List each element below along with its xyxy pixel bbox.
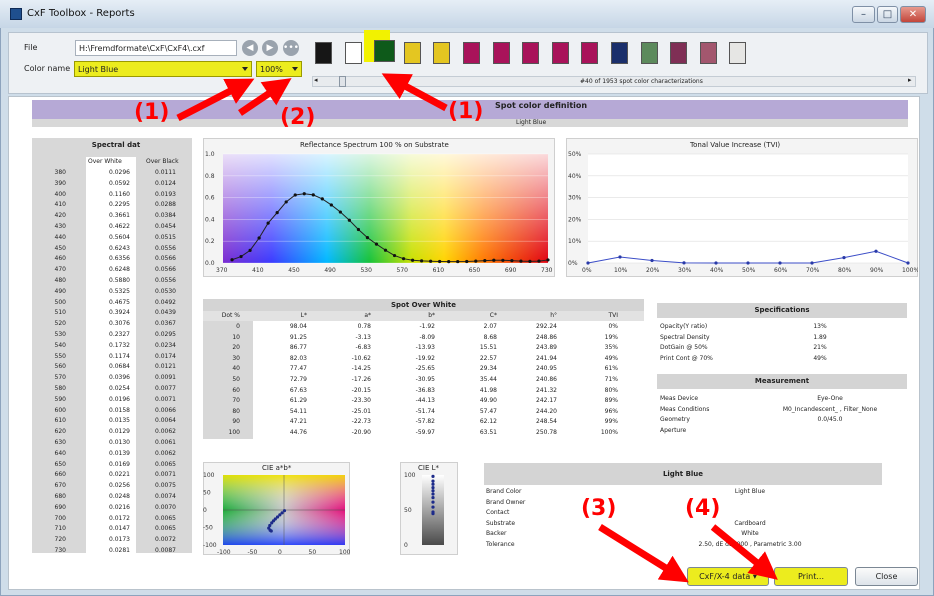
annotation-label-1b: (1) (448, 99, 484, 124)
annotation-label-4: (4) (685, 496, 721, 521)
annotation-arrow (381, 73, 448, 112)
annotation-arrow (710, 524, 778, 580)
annotation-arrow (598, 524, 689, 583)
annotation-arrow (176, 78, 255, 122)
annotation-label-2: (2) (280, 105, 316, 130)
annotation-layer (176, 73, 778, 583)
annotation-arrow (238, 78, 292, 116)
annotation-label-3: (3) (581, 496, 617, 521)
annotation-label-1a: (1) (134, 100, 170, 125)
